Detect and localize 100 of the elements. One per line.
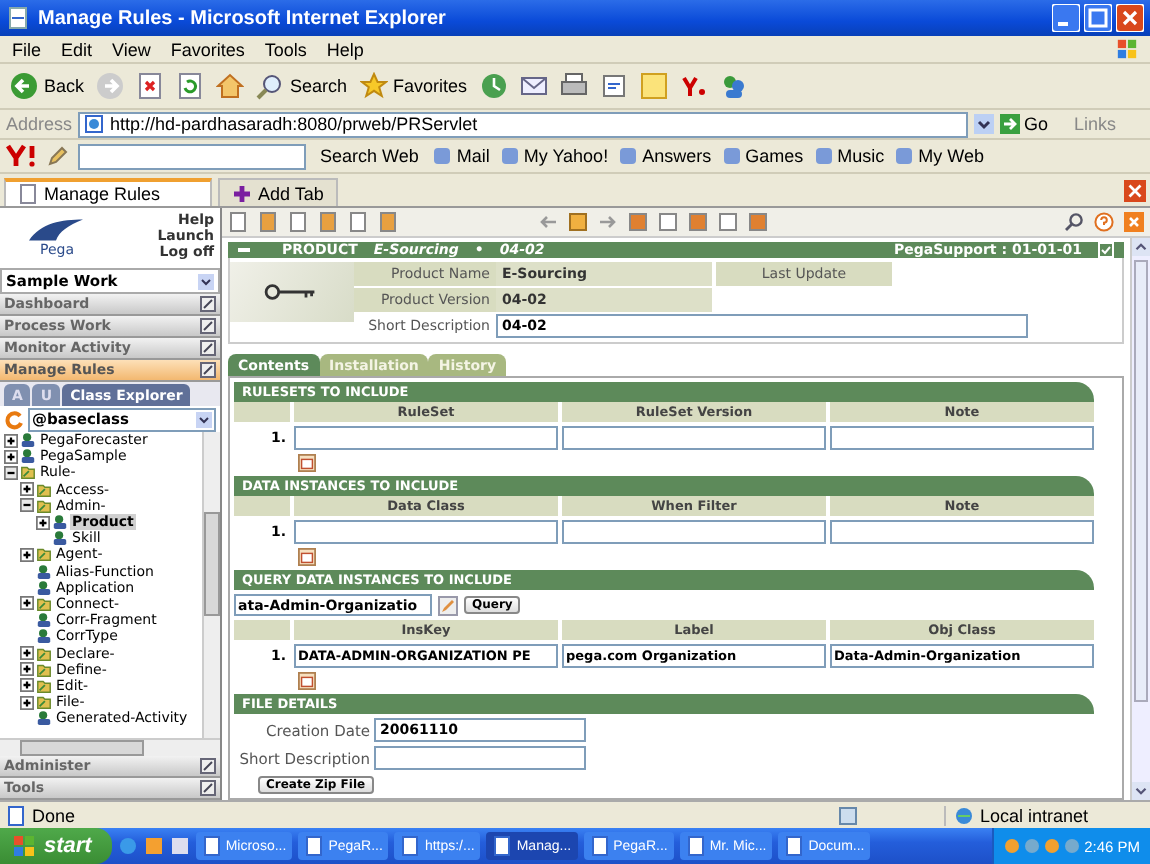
expand-icon[interactable]	[36, 515, 50, 530]
window-icon	[685, 836, 706, 856]
menu-item[interactable]: Help	[326, 39, 364, 59]
scroll-down-icon[interactable]	[1132, 782, 1150, 800]
back-button[interactable]: Back	[10, 72, 85, 100]
help-icon[interactable]	[1094, 212, 1114, 232]
scrollbar[interactable]	[1130, 238, 1150, 800]
input-field[interactable]	[294, 520, 558, 544]
link-icon	[813, 146, 834, 166]
expand-icon[interactable]	[20, 547, 34, 562]
open-box-icon	[200, 758, 216, 774]
toolbar-link[interactable]: My Web	[894, 146, 984, 166]
expand-icon[interactable]	[4, 433, 18, 448]
scroll-up-icon[interactable]	[1132, 238, 1150, 256]
browser-tab[interactable]: Manage Rules	[4, 178, 212, 206]
home-icon[interactable]	[216, 72, 245, 100]
app-icon[interactable]	[143, 836, 164, 856]
search-button[interactable]: Search	[256, 72, 348, 100]
search-field[interactable]	[78, 143, 306, 169]
print-icon[interactable]	[559, 72, 588, 100]
dropdown-icon[interactable]	[973, 114, 994, 134]
wing-logo-icon	[26, 216, 86, 244]
toolbar-link[interactable]: Music	[813, 146, 885, 166]
go-button[interactable]: Go	[999, 114, 1048, 134]
refresh-icon[interactable]	[176, 72, 205, 100]
toolbar-link[interactable]: My Yahoo!	[499, 146, 609, 166]
expand-icon[interactable]	[20, 678, 34, 693]
add-row-icon[interactable]	[298, 548, 316, 566]
window-title: Manage Rules - Microsoft Internet Explorer	[38, 7, 446, 29]
search-icon[interactable]	[1064, 212, 1084, 232]
yahoo-icon[interactable]	[679, 72, 708, 100]
go-arrow-icon	[999, 114, 1020, 134]
stop-icon[interactable]	[136, 72, 165, 100]
add-tab-button[interactable]: Add Tab	[218, 178, 338, 206]
window-icon	[201, 836, 222, 856]
checkbox-icon[interactable]	[1098, 242, 1114, 258]
history-icon[interactable]	[479, 72, 508, 100]
browser-icon[interactable]	[117, 836, 138, 856]
close-icon[interactable]	[1124, 212, 1144, 232]
left-arrow-icon[interactable]	[538, 212, 558, 232]
menu-item[interactable]: View	[112, 39, 151, 59]
close-icon[interactable]	[1116, 4, 1144, 32]
address-field[interactable]: http://hd-pardhasaradh:8080/prweb/PRServlet	[78, 111, 968, 137]
maximize-icon[interactable]	[1084, 4, 1112, 32]
status-text: Done	[32, 805, 76, 825]
index-column-header	[234, 402, 290, 422]
close-tab-icon[interactable]	[1124, 180, 1146, 202]
minimize-icon[interactable]	[1052, 4, 1080, 32]
globe-icon	[954, 805, 974, 825]
zone-label: Local intranet	[980, 805, 1089, 825]
right-arrow-icon[interactable]	[598, 212, 618, 232]
toolbar-icon[interactable]	[568, 212, 588, 232]
scrollbar[interactable]	[202, 432, 220, 738]
open-box-icon	[200, 318, 216, 334]
link-icon	[721, 146, 742, 166]
address-label: Address	[6, 114, 73, 134]
yahoo-logo-icon[interactable]	[6, 144, 38, 168]
input-field[interactable]	[374, 746, 586, 770]
index-column-header	[234, 496, 290, 516]
star-icon	[359, 72, 388, 100]
add-row-icon[interactable]	[298, 672, 316, 690]
input-field[interactable]	[294, 426, 558, 450]
app-icon[interactable]	[169, 836, 190, 856]
toolbar-link[interactable]: Games	[721, 146, 804, 166]
horizontal-scrollbar[interactable]	[0, 738, 220, 756]
add-row-icon[interactable]	[298, 454, 316, 472]
input-field[interactable]	[830, 520, 1094, 544]
link-icon	[499, 146, 520, 166]
menu-item[interactable]: Edit	[61, 39, 93, 59]
expand-icon[interactable]	[20, 695, 34, 710]
expand-icon[interactable]	[20, 646, 34, 661]
input-field[interactable]	[562, 426, 826, 450]
messenger-icon[interactable]	[719, 72, 748, 100]
windows-logo-icon	[1116, 38, 1138, 60]
collapse-icon[interactable]	[4, 465, 18, 480]
edit-icon[interactable]	[438, 595, 458, 615]
open-box-icon	[200, 296, 216, 312]
pencil-icon[interactable]	[48, 146, 68, 166]
note-icon[interactable]	[639, 72, 668, 100]
link-icon	[618, 146, 639, 166]
menu-item[interactable]: Favorites	[170, 39, 245, 59]
expand-icon[interactable]	[20, 482, 34, 497]
input-field[interactable]	[562, 520, 826, 544]
search-web-button[interactable]: Search Web	[316, 146, 423, 166]
open-box-icon	[200, 780, 216, 796]
edit-icon[interactable]	[599, 72, 628, 100]
page-icon	[6, 805, 26, 825]
expand-icon[interactable]	[4, 449, 18, 464]
input-field[interactable]	[830, 426, 1094, 450]
toolbar-link[interactable]: Mail	[432, 146, 490, 166]
toolbar-link[interactable]: Answers	[618, 146, 712, 166]
security-icon	[838, 805, 858, 825]
menu-item[interactable]: Tools	[264, 39, 307, 59]
mail-icon[interactable]	[519, 72, 548, 100]
dropdown-icon	[196, 411, 212, 427]
expand-icon[interactable]	[20, 662, 34, 677]
collapse-icon[interactable]	[20, 498, 34, 513]
favorites-button[interactable]: Favorites	[359, 72, 468, 100]
expand-icon[interactable]	[20, 596, 34, 611]
menu-item[interactable]: File	[12, 39, 42, 59]
